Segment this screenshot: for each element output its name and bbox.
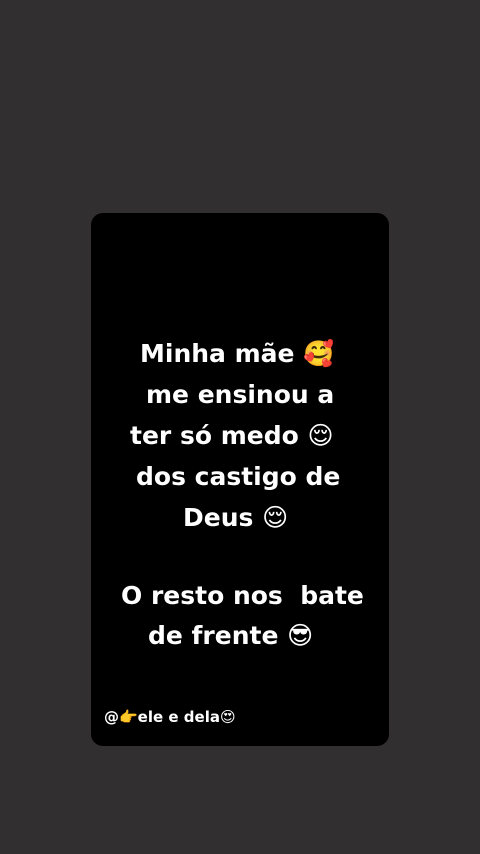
quote-line-7: de frente 😎 <box>148 621 314 650</box>
quote-line-3: ter só medo 😌 <box>130 421 334 450</box>
quote-line-1: Minha mãe 🥰 <box>140 339 335 368</box>
quote-line-4: dos castigo de <box>136 462 341 491</box>
watermark-handle: @👉ele e dela😍 <box>104 708 236 726</box>
quote-line-6: O resto nos bate <box>121 581 364 610</box>
quote-line-5: Deus 😌 <box>183 503 289 532</box>
quote-line-2: me ensinou a <box>146 380 335 409</box>
